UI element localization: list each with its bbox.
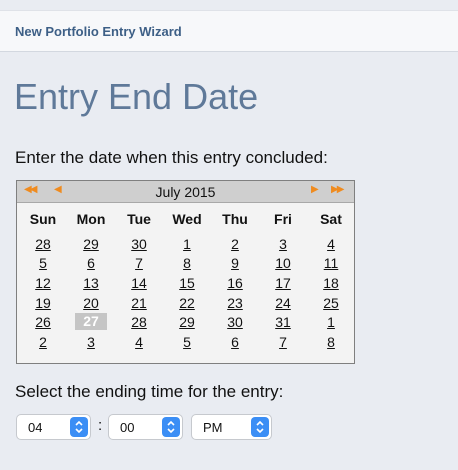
next-month-icon[interactable]: ▶ bbox=[311, 184, 319, 195]
ampm-select[interactable]: PM bbox=[191, 414, 272, 440]
calendar-day[interactable]: 23 bbox=[211, 295, 259, 311]
calendar-day[interactable]: 14 bbox=[115, 275, 163, 291]
calendar: ◀◀ ◀ July 2015 ▶ ▶▶ Sun Mon Tue Wed Thu Fri Sa… bbox=[16, 180, 355, 364]
calendar-day[interactable]: 19 bbox=[19, 295, 67, 311]
calendar-header: ◀◀ ◀ July 2015 ▶ ▶▶ bbox=[17, 181, 354, 203]
calendar-day[interactable]: 28 bbox=[19, 236, 67, 252]
date-instruction: Enter the date when this entry concluded… bbox=[15, 148, 328, 167]
calendar-day[interactable]: 10 bbox=[259, 255, 307, 271]
calendar-day[interactable]: 2 bbox=[211, 236, 259, 252]
calendar-day[interactable]: 12 bbox=[19, 275, 67, 291]
calendar-day[interactable]: 18 bbox=[307, 275, 355, 291]
calendar-day[interactable]: 5 bbox=[163, 334, 211, 350]
calendar-day[interactable]: 1 bbox=[307, 314, 355, 330]
calendar-day[interactable]: 20 bbox=[67, 295, 115, 311]
minute-value: 00 bbox=[120, 420, 135, 435]
weekday-header: Thu bbox=[222, 211, 248, 227]
calendar-day[interactable]: 30 bbox=[211, 314, 259, 330]
calendar-day[interactable]: 6 bbox=[211, 334, 259, 350]
select-arrows-icon bbox=[162, 417, 180, 437]
calendar-day[interactable]: 6 bbox=[67, 255, 115, 271]
calendar-day[interactable]: 8 bbox=[307, 334, 355, 350]
calendar-day[interactable]: 2 bbox=[19, 334, 67, 350]
calendar-day[interactable]: 5 bbox=[19, 255, 67, 271]
calendar-day[interactable]: 7 bbox=[259, 334, 307, 350]
select-arrows-icon bbox=[251, 417, 269, 437]
calendar-day-selected[interactable]: 27 bbox=[75, 313, 107, 330]
time-label: Select the ending time for the entry: bbox=[15, 382, 284, 401]
page-title: Entry End Date bbox=[14, 76, 259, 117]
hour-select[interactable]: 04 bbox=[16, 414, 91, 440]
calendar-day[interactable]: 3 bbox=[259, 236, 307, 252]
select-arrows-icon bbox=[70, 417, 88, 437]
calendar-day[interactable]: 3 bbox=[67, 334, 115, 350]
weekday-header: Sat bbox=[320, 211, 342, 227]
next-year-icon[interactable]: ▶▶ bbox=[331, 184, 344, 195]
calendar-day[interactable]: 17 bbox=[259, 275, 307, 291]
wizard-header: New Portfolio Entry Wizard bbox=[0, 10, 458, 52]
ampm-value: PM bbox=[203, 420, 223, 435]
wizard-title: New Portfolio Entry Wizard bbox=[15, 24, 182, 39]
calendar-day[interactable]: 4 bbox=[115, 334, 163, 350]
calendar-day[interactable]: 1 bbox=[163, 236, 211, 252]
weekday-header: Mon bbox=[76, 211, 106, 227]
month-label: July 2015 bbox=[155, 184, 216, 200]
calendar-day[interactable]: 29 bbox=[67, 236, 115, 252]
weekday-header: Wed bbox=[172, 211, 202, 227]
calendar-day[interactable]: 4 bbox=[307, 236, 355, 252]
calendar-day[interactable]: 9 bbox=[211, 255, 259, 271]
calendar-day[interactable]: 24 bbox=[259, 295, 307, 311]
time-separator: : bbox=[98, 417, 103, 434]
weekday-header: Sun bbox=[29, 211, 57, 227]
calendar-day[interactable]: 21 bbox=[115, 295, 163, 311]
minute-select[interactable]: 00 bbox=[108, 414, 183, 440]
calendar-day[interactable]: 31 bbox=[259, 314, 307, 330]
calendar-day[interactable]: 16 bbox=[211, 275, 259, 291]
calendar-day[interactable]: 15 bbox=[163, 275, 211, 291]
hour-value: 04 bbox=[28, 420, 43, 435]
calendar-day[interactable]: 26 bbox=[19, 314, 67, 330]
calendar-day[interactable]: 25 bbox=[307, 295, 355, 311]
weekday-header: Tue bbox=[127, 211, 151, 227]
calendar-day[interactable]: 22 bbox=[163, 295, 211, 311]
calendar-day[interactable]: 29 bbox=[163, 314, 211, 330]
calendar-day[interactable]: 28 bbox=[115, 314, 163, 330]
calendar-day[interactable]: 8 bbox=[163, 255, 211, 271]
calendar-day[interactable]: 11 bbox=[307, 255, 355, 271]
calendar-day[interactable]: 30 bbox=[115, 236, 163, 252]
calendar-day[interactable]: 7 bbox=[115, 255, 163, 271]
calendar-day[interactable]: 13 bbox=[67, 275, 115, 291]
weekday-header: Fri bbox=[274, 211, 292, 227]
